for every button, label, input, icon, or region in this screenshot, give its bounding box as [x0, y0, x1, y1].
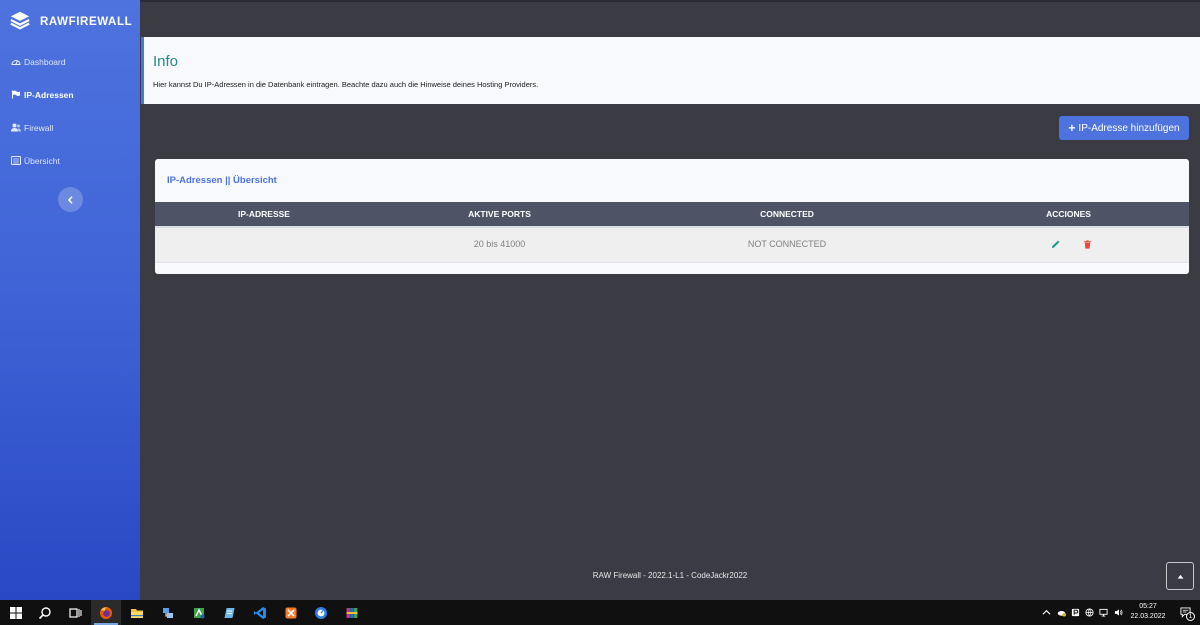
browser-icon: [315, 606, 327, 619]
vscode-icon: [254, 606, 266, 619]
archive-icon: [346, 607, 358, 618]
cell-actions: [948, 228, 1189, 261]
windows-start-icon: [10, 606, 22, 619]
cloud-icon: [1057, 611, 1066, 617]
app-icon: [194, 607, 205, 618]
delete-button[interactable]: [1083, 240, 1092, 249]
notification-count: 1: [1186, 612, 1195, 621]
ip-address-card: IP-Adressen || Übersicht IP-ADRESSE AKTI…: [155, 159, 1189, 274]
xampp-icon: [285, 607, 297, 618]
sidebar-item-label: IP-Adressen: [24, 89, 74, 100]
tray-cloud[interactable]: [1054, 600, 1068, 625]
sidebar: RAWFIREWALL Dashboard IP-Adressen Firewa…: [0, 0, 140, 600]
tray-volume[interactable]: [1111, 600, 1125, 625]
layers-logo-icon: [9, 9, 31, 36]
list-icon: [10, 156, 21, 166]
brand-name: RAWFIREWALL: [40, 16, 133, 28]
sidebar-item-label: Dashboard: [24, 56, 66, 67]
monitor-icon: [1099, 608, 1108, 617]
sidebar-item-uebersicht[interactable]: Übersicht: [0, 144, 140, 177]
tray-app[interactable]: [1069, 600, 1082, 625]
cell-connected: NOT CONNECTED: [747, 239, 827, 249]
clock-time: 05:27: [1139, 603, 1157, 610]
add-ip-address-button[interactable]: + IP-Adresse hinzufügen: [1059, 116, 1189, 140]
column-header-ip-address: IP-ADRESSE: [238, 209, 290, 219]
chevron-up-icon: [1177, 574, 1183, 579]
sidebar-item-label: Firewall: [24, 122, 54, 133]
firefox-icon: [100, 606, 112, 619]
taskbar-browser[interactable]: [306, 600, 336, 625]
cell-active-ports: 20 bis 41000: [473, 239, 526, 249]
edit-button[interactable]: [1051, 240, 1060, 249]
footer-text: RAW Firewall - 2022.1-L1 - CodeJackr2022: [592, 571, 748, 580]
topbar: [140, 0, 1200, 37]
sidebar-item-ip-adressen[interactable]: IP-Adressen: [0, 78, 140, 111]
info-panel: Info Hier kannst Du IP-Adressen in die D…: [141, 37, 1200, 104]
table-row: 20 bis 41000 NOT CONNECTED: [155, 226, 1189, 263]
flag-icon: [10, 90, 21, 100]
users-icon: [10, 123, 21, 133]
windows-start-button[interactable]: [1, 600, 31, 625]
task-view-icon: [69, 607, 82, 618]
trash-icon: [1083, 240, 1092, 249]
taskbar-vscode[interactable]: [245, 600, 275, 625]
taskbar-app[interactable]: [184, 600, 214, 625]
globe-icon: [1085, 608, 1094, 617]
taskbar-network-tool[interactable]: [153, 600, 183, 625]
sidebar-item-firewall[interactable]: Firewall: [0, 111, 140, 144]
windows-taskbar: 05:27 22.03.2022 1: [0, 600, 1200, 625]
taskbar-firefox[interactable]: [91, 600, 121, 625]
info-title: Info: [153, 53, 179, 70]
table-header: IP-ADRESSE AKTIVE PORTS CONNECTED ACCION…: [155, 202, 1189, 226]
brand[interactable]: RAWFIREWALL: [0, 0, 140, 44]
pencil-icon: [1051, 240, 1060, 249]
notification-center-button[interactable]: 1: [1174, 600, 1196, 625]
taskbar-notepad[interactable]: [214, 600, 244, 625]
taskbar-search-button[interactable]: [30, 600, 60, 625]
column-header-connected: CONNECTED: [760, 209, 814, 219]
dashboard-icon: [10, 57, 21, 67]
search-icon: [38, 606, 51, 619]
plus-icon: +: [1068, 121, 1076, 135]
taskbar-xampp[interactable]: [276, 600, 306, 625]
column-header-actions: ACCIONES: [1046, 209, 1091, 219]
app-tray-icon: [1071, 608, 1080, 617]
taskbar-clock[interactable]: 05:27 22.03.2022: [1127, 602, 1169, 622]
add-ip-address-label: IP-Adresse hinzufügen: [1078, 122, 1180, 134]
sidebar-toggle-button[interactable]: [58, 187, 83, 212]
taskbar-file-explorer[interactable]: [122, 600, 152, 625]
tray-display[interactable]: [1097, 600, 1110, 625]
speaker-icon: [1114, 609, 1122, 616]
taskbar-archive[interactable]: [337, 600, 367, 625]
card-title: IP-Adressen || Übersicht: [167, 175, 277, 186]
task-view-button[interactable]: [60, 600, 90, 625]
column-header-active-ports: AKTIVE PORTS: [468, 209, 531, 219]
clock-date: 22.03.2022: [1130, 613, 1166, 620]
sidebar-item-label: Übersicht: [24, 155, 60, 166]
info-text: Hier kannst Du IP-Adressen in die Datenb…: [153, 80, 539, 89]
scroll-to-top-button[interactable]: [1166, 562, 1194, 590]
network-tool-icon: [163, 607, 173, 618]
chevron-left-icon: [67, 195, 73, 204]
notepad-icon: [224, 607, 235, 618]
sidebar-item-dashboard[interactable]: Dashboard: [0, 45, 140, 78]
tray-overflow-button[interactable]: [1040, 600, 1052, 625]
tray-network[interactable]: [1083, 600, 1096, 625]
file-explorer-icon: [131, 608, 143, 618]
chevron-up-icon: [1042, 609, 1050, 615]
